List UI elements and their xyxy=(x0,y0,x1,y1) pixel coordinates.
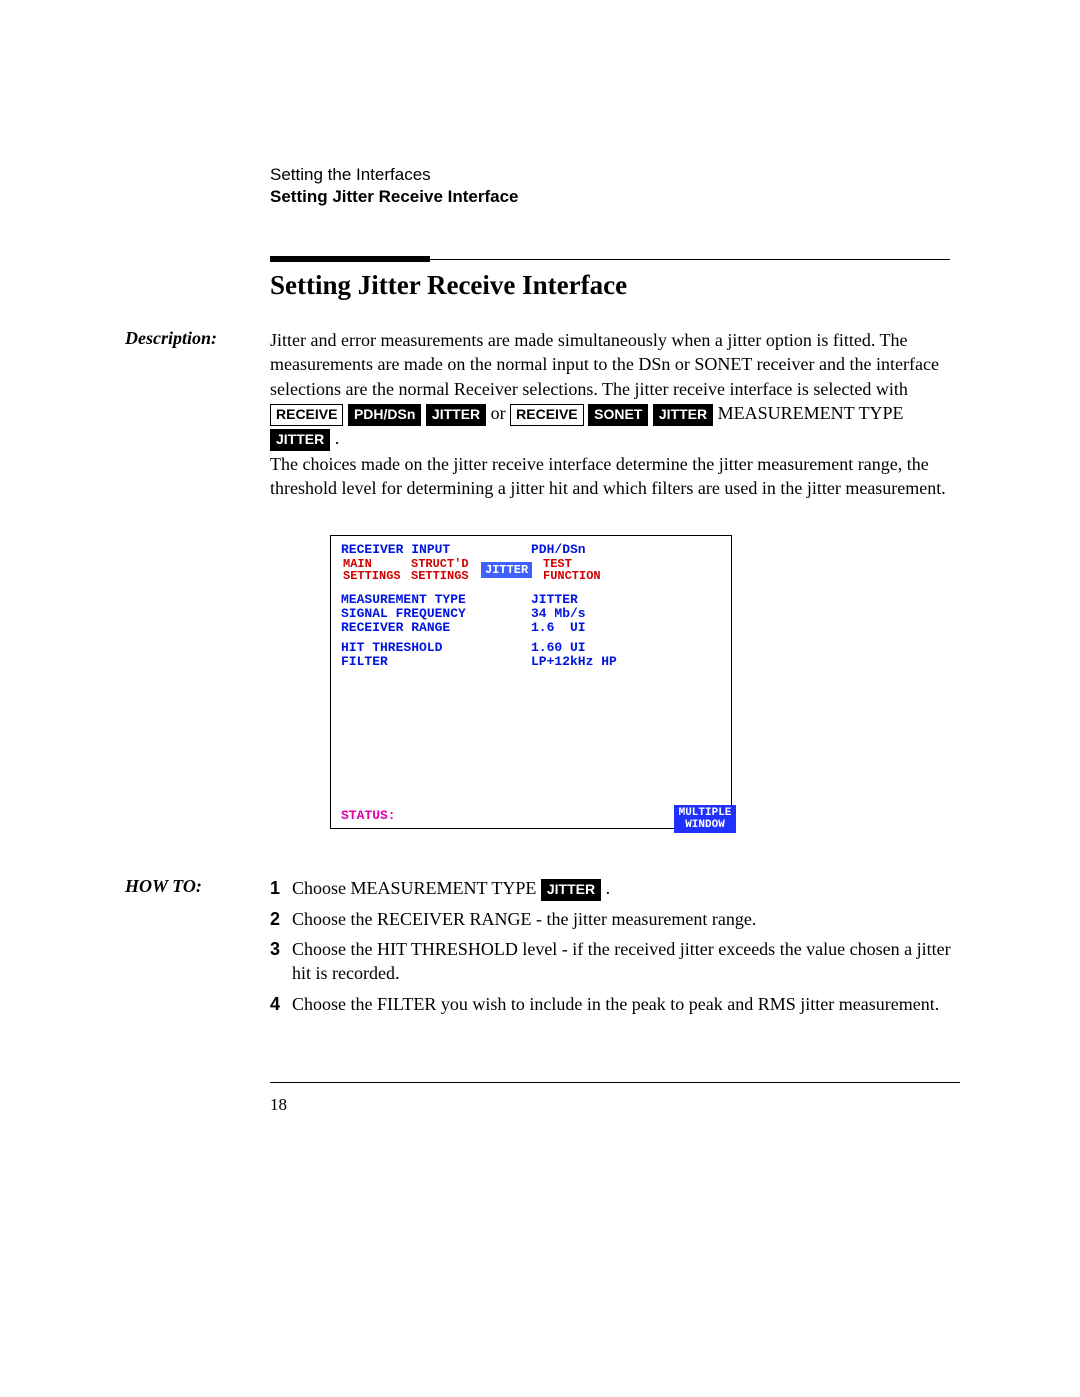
step-3: 3 Choose the HIT THRESHOLD level - if th… xyxy=(270,937,960,986)
page-number: 18 xyxy=(270,1095,287,1115)
running-header-chapter: Setting the Interfaces xyxy=(270,165,518,185)
step-2: 2 Choose the RECEIVER RANGE - the jitter… xyxy=(270,907,960,931)
desc-or: or xyxy=(491,403,511,423)
description-label: Description: xyxy=(125,328,217,349)
measurement-type-value: JITTER xyxy=(531,592,578,607)
step-1: 1 Choose MEASUREMENT TYPE JITTER . xyxy=(270,876,960,901)
receiver-input-value: PDH/DSn xyxy=(531,542,586,557)
step-4: 4 Choose the FILTER you wish to include … xyxy=(270,992,960,1016)
key-sonet: SONET xyxy=(588,404,648,426)
signal-frequency-value: 34 Mb/s xyxy=(531,606,586,621)
receiver-input-label: RECEIVER INPUT xyxy=(341,542,450,557)
step-1-key-jitter: JITTER xyxy=(541,879,601,901)
tab-structd-settings: STRUCT'D SETTINGS xyxy=(409,558,471,582)
receiver-range-label: RECEIVER RANGE xyxy=(341,620,450,635)
description-body: Jitter and error measurements are made s… xyxy=(270,328,960,451)
section-rule xyxy=(270,250,960,268)
step-number: 1 xyxy=(270,876,292,901)
receiver-range-value: 1.6 UI xyxy=(531,620,586,635)
hit-threshold-label: HIT THRESHOLD xyxy=(341,640,442,655)
key-receive-2: RECEIVE xyxy=(510,404,583,426)
desc-period: . xyxy=(335,428,340,448)
signal-frequency-label: SIGNAL FREQUENCY xyxy=(341,606,466,621)
key-receive: RECEIVE xyxy=(270,404,343,426)
hit-threshold-value: 1.60 UI xyxy=(531,640,586,655)
step-number: 2 xyxy=(270,907,292,931)
key-jitter-2: JITTER xyxy=(653,404,713,426)
key-jitter: JITTER xyxy=(426,404,486,426)
tab-test-function: TEST FUNCTION xyxy=(541,558,603,582)
step-number: 3 xyxy=(270,937,292,986)
filter-value: LP+12kHz HP xyxy=(531,654,617,669)
running-header-section: Setting Jitter Receive Interface xyxy=(270,187,518,207)
footer-rule xyxy=(270,1082,960,1083)
measurement-type-label: MEASUREMENT TYPE xyxy=(341,592,466,607)
desc-text-1: Jitter and error measurements are made s… xyxy=(270,330,939,399)
status-label: STATUS: xyxy=(341,808,396,823)
tab-main-settings: MAIN SETTINGS xyxy=(341,558,403,582)
page-title: Setting Jitter Receive Interface xyxy=(270,270,627,301)
step-2-text: Choose the RECEIVER RANGE - the jitter m… xyxy=(292,907,960,931)
key-jitter-3: JITTER xyxy=(270,429,330,451)
howto-label: HOW TO: xyxy=(125,876,202,897)
step-number: 4 xyxy=(270,992,292,1016)
tab-jitter-active: JITTER xyxy=(481,562,532,578)
filter-label: FILTER xyxy=(341,654,388,669)
step-1-post: . xyxy=(606,878,611,898)
key-pdh-dsn: PDH/DSn xyxy=(348,404,421,426)
softkey-multiple-window: MULTIPLE WINDOW xyxy=(674,805,736,833)
step-3-text: Choose the HIT THRESHOLD level - if the … xyxy=(292,937,960,986)
description-paragraph-2: The choices made on the jitter receive i… xyxy=(270,452,960,501)
desc-meas-type: MEASUREMENT TYPE xyxy=(718,403,904,423)
howto-steps: 1 Choose MEASUREMENT TYPE JITTER . 2 Cho… xyxy=(270,876,960,1022)
instrument-screenshot: RECEIVER INPUT PDH/DSn MAIN SETTINGS STR… xyxy=(330,535,732,829)
step-4-text: Choose the FILTER you wish to include in… xyxy=(292,992,960,1016)
step-1-pre: Choose MEASUREMENT TYPE xyxy=(292,878,541,898)
